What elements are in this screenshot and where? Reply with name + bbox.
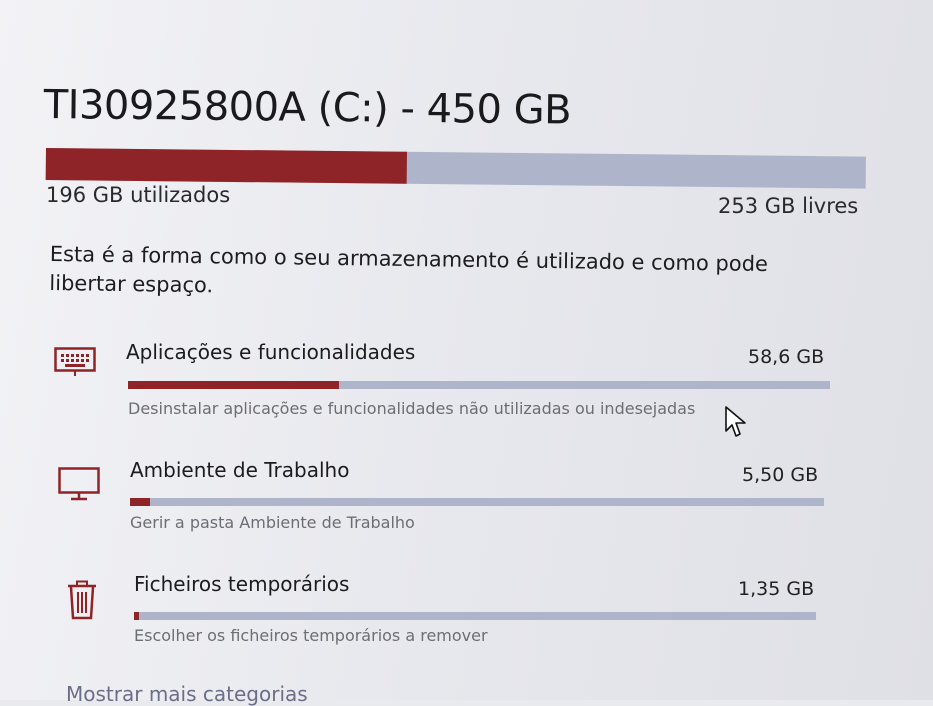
drive-title: TI30925800A (C:) - 450 GB: [43, 82, 572, 134]
monitor-icon: [58, 467, 100, 505]
show-more-categories-link[interactable]: Mostrar mais categorias: [66, 682, 308, 706]
used-space-label: 196 GB utilizados: [46, 183, 231, 207]
storage-description: Esta é a forma como o seu armazenamento …: [49, 241, 769, 298]
category-apps-subtext: Desinstalar aplicações e funcionalidades…: [128, 399, 696, 418]
drive-usage-bar-fill: [45, 148, 407, 184]
category-desktop-bar: [130, 498, 824, 506]
category-desktop-size: 5,50 GB: [742, 464, 819, 486]
category-desktop-bar-fill: [130, 498, 151, 506]
category-apps-bar: [128, 381, 830, 389]
keyboard-icon: [54, 347, 96, 381]
free-space-label: 253 GB livres: [718, 194, 859, 218]
category-temp-files-subtext: Escolher os ficheiros temporários a remo…: [134, 626, 488, 645]
category-desktop-subtext: Gerir a pasta Ambiente de Trabalho: [130, 513, 415, 532]
storage-settings-page: TI30925800A (C:) - 450 GB 196 GB utiliza…: [0, 0, 933, 706]
mouse-cursor-icon: [724, 405, 750, 443]
category-apps-size: 58,6 GB: [748, 346, 825, 368]
category-temp-files-size: 1,35 GB: [738, 578, 815, 600]
category-temp-files-name: Ficheiros temporários: [134, 572, 350, 596]
trash-icon: [66, 580, 98, 624]
category-temp-files-bar-fill: [134, 612, 139, 620]
category-apps-name: Aplicações e funcionalidades: [126, 340, 416, 364]
category-desktop-name: Ambiente de Trabalho: [130, 458, 350, 482]
category-temp-files-bar: [134, 612, 816, 620]
category-apps-bar-fill: [128, 381, 339, 389]
